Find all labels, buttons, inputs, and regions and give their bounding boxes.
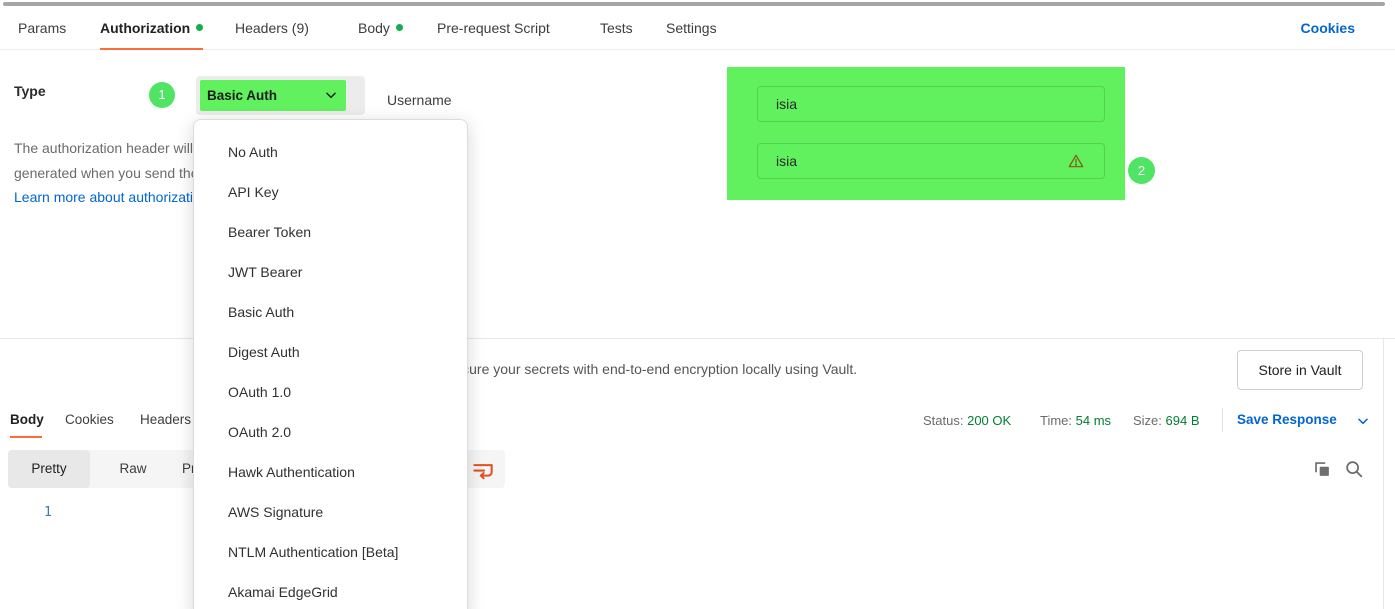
time-value: 54 ms xyxy=(1076,413,1111,428)
response-size: Size: 694 B xyxy=(1133,413,1200,428)
search-icon[interactable] xyxy=(1343,458,1365,480)
tab-body-label: Body xyxy=(358,20,390,36)
auth-type-option[interactable]: NTLM Authentication [Beta] xyxy=(194,532,467,572)
tab-settings[interactable]: Settings xyxy=(666,6,717,50)
auth-type-option[interactable]: OAuth 1.0 xyxy=(194,372,467,412)
tab-authorization[interactable]: Authorization xyxy=(100,6,203,50)
learn-more-link[interactable]: Learn more about authorization xyxy=(14,189,209,205)
tab-authorization-label: Authorization xyxy=(100,20,190,36)
auth-type-label: Type xyxy=(14,83,46,99)
auth-type-selected-value: Basic Auth xyxy=(207,76,277,115)
size-value: 694 B xyxy=(1166,413,1200,428)
wrap-lines-icon[interactable] xyxy=(470,457,496,483)
auth-type-option[interactable]: Hawk Authentication xyxy=(194,452,467,492)
active-tab-underline xyxy=(10,436,42,438)
auth-type-select[interactable]: Basic Auth xyxy=(196,76,365,115)
auth-type-option[interactable]: Bearer Token xyxy=(194,212,467,252)
tab-params[interactable]: Params xyxy=(18,6,66,50)
size-label: Size: xyxy=(1133,413,1162,428)
view-tab-pretty[interactable]: Pretty xyxy=(8,450,90,488)
save-response-button[interactable]: Save Response xyxy=(1237,412,1337,427)
response-tab-body[interactable]: Body xyxy=(10,412,44,427)
status-label: Status: xyxy=(923,413,963,428)
modified-dot-icon xyxy=(396,24,403,31)
status-value: 200 OK xyxy=(967,413,1011,428)
editor-line-number: 1 xyxy=(44,505,52,520)
auth-type-option[interactable]: Digest Auth xyxy=(194,332,467,372)
tab-tests[interactable]: Tests xyxy=(600,6,633,50)
request-tab-bar: Params Authorization Headers (9) Body Pr… xyxy=(0,6,1395,50)
response-tab-headers[interactable]: Headers xyxy=(140,412,191,427)
tab-body[interactable]: Body xyxy=(358,6,403,50)
response-status: Status: 200 OK xyxy=(923,413,1011,428)
tab-pre-request-script[interactable]: Pre-request Script xyxy=(437,6,550,50)
vault-banner-message: Secure your secrets with end-to-end encr… xyxy=(445,361,857,377)
response-time: Time: 54 ms xyxy=(1040,413,1111,428)
annotation-step-2-badge: 2 xyxy=(1128,157,1155,184)
tab-headers[interactable]: Headers (9) xyxy=(235,6,309,50)
password-input[interactable] xyxy=(757,143,1105,179)
username-label: Username xyxy=(387,92,452,108)
postman-request-panel: Params Authorization Headers (9) Body Pr… xyxy=(0,0,1395,609)
username-input[interactable] xyxy=(757,86,1105,122)
auth-type-option[interactable]: JWT Bearer xyxy=(194,252,467,292)
auth-type-option[interactable]: Akamai EdgeGrid xyxy=(194,572,467,609)
auth-type-option[interactable]: AWS Signature xyxy=(194,492,467,532)
copy-icon[interactable] xyxy=(1311,458,1333,480)
time-label: Time: xyxy=(1040,413,1072,428)
auth-type-dropdown-panel: No AuthAPI KeyBearer TokenJWT BearerBasi… xyxy=(193,119,468,609)
scrollbar-track-divider xyxy=(1383,338,1384,609)
store-in-vault-button[interactable]: Store in Vault xyxy=(1237,350,1363,390)
auth-type-option[interactable]: No Auth xyxy=(194,132,467,172)
modified-dot-icon xyxy=(196,24,203,31)
meta-divider xyxy=(1222,408,1223,432)
chevron-down-icon[interactable] xyxy=(1356,414,1370,428)
cookies-link[interactable]: Cookies xyxy=(1301,6,1355,50)
annotation-step-1-badge: 1 xyxy=(149,82,175,108)
view-tab-raw[interactable]: Raw xyxy=(103,450,163,488)
auth-type-option[interactable]: API Key xyxy=(194,172,467,212)
auth-type-option[interactable]: OAuth 2.0 xyxy=(194,412,467,452)
response-tab-cookies[interactable]: Cookies xyxy=(65,412,114,427)
annotation-highlight-credentials xyxy=(727,67,1125,200)
warning-icon xyxy=(1067,152,1085,170)
auth-type-option-list: No AuthAPI KeyBearer TokenJWT BearerBasi… xyxy=(194,132,467,609)
auth-type-option[interactable]: Basic Auth xyxy=(194,292,467,332)
chevron-down-icon xyxy=(324,88,338,102)
